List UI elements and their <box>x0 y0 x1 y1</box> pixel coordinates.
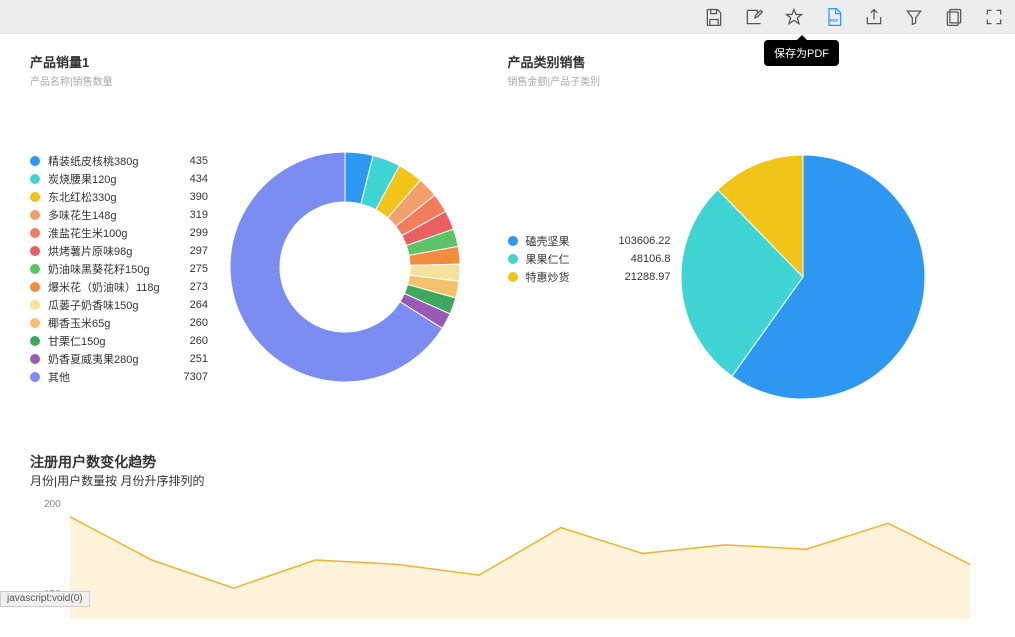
legend-dot <box>30 282 40 292</box>
legend-value: 273 <box>168 281 208 293</box>
share-icon[interactable] <box>863 6 885 28</box>
legend-name: 奶油味黑葵花籽150g <box>48 261 168 277</box>
legend-dot <box>508 236 518 246</box>
panel2-legend: 磕壳坚果103606.22果果仁仁48106.8特惠炒货21288.97 <box>508 232 671 286</box>
legend-dot <box>30 210 40 220</box>
panel-user-trend: 注册用户数变化趋势 月份|用户数量按 月份升序排列的 200 150 <box>30 452 985 619</box>
legend-item[interactable]: 烘烤薯片原味98g297 <box>30 242 208 260</box>
legend-value: 48106.8 <box>601 253 671 265</box>
panel2-subtitle: 销售金额|产品子类别 <box>508 73 986 88</box>
fullscreen-icon[interactable] <box>983 6 1005 28</box>
legend-dot <box>30 354 40 364</box>
legend-value: 275 <box>168 263 208 275</box>
legend-name: 东北红松330g <box>48 189 168 205</box>
legend-value: 297 <box>168 245 208 257</box>
legend-item[interactable]: 爆米花（奶油味）118g273 <box>30 278 208 296</box>
dashboard-content: 产品销量1 产品名称|销售数量 精装纸皮核桃380g435炭烧腰果120g434… <box>0 34 1015 637</box>
svg-text:PDF: PDF <box>830 18 839 23</box>
panel2-pie-chart[interactable] <box>678 152 928 402</box>
legend-dot <box>30 156 40 166</box>
panel2-title: 产品类别销售 <box>508 52 986 71</box>
legend-dot <box>30 228 40 238</box>
legend-name: 椰香玉米65g <box>48 315 168 331</box>
legend-value: 260 <box>168 335 208 347</box>
favorite-icon[interactable] <box>783 6 805 28</box>
legend-name: 其他 <box>48 369 168 385</box>
panel-category-sales: 产品类别销售 销售金额|产品子类别 磕壳坚果103606.22果果仁仁48106… <box>508 52 986 432</box>
legend-value: 319 <box>168 209 208 221</box>
legend-value: 435 <box>168 155 208 167</box>
legend-name: 奶香夏威夷果280g <box>48 351 168 367</box>
legend-dot <box>30 372 40 382</box>
legend-value: 390 <box>168 191 208 203</box>
legend-name: 精装纸皮核桃380g <box>48 153 168 169</box>
panel3-subtitle: 月份|用户数量按 月份升序排列的 <box>30 472 985 489</box>
filter-icon[interactable] <box>903 6 925 28</box>
panel1-title: 产品销量1 <box>30 52 508 71</box>
panel1-subtitle: 产品名称|销售数量 <box>30 73 508 88</box>
legend-name: 磕壳坚果 <box>526 233 601 249</box>
legend-dot <box>30 192 40 202</box>
legend-item[interactable]: 椰香玉米65g260 <box>30 314 208 332</box>
legend-item[interactable]: 奶油味黑葵花籽150g275 <box>30 260 208 278</box>
legend-item[interactable]: 精装纸皮核桃380g435 <box>30 152 208 170</box>
legend-value: 21288.97 <box>601 271 671 283</box>
legend-item[interactable]: 多味花生148g319 <box>30 206 208 224</box>
panel3-area-chart[interactable]: 200 150 <box>30 499 985 619</box>
panel3-title: 注册用户数变化趋势 <box>30 452 985 472</box>
legend-value: 103606.22 <box>601 235 671 247</box>
legend-value: 251 <box>168 353 208 365</box>
legend-dot <box>30 300 40 310</box>
legend-dot <box>508 272 518 282</box>
legend-dot <box>30 174 40 184</box>
status-bar: javascript:void(0) <box>0 591 90 607</box>
legend-name: 果果仁仁 <box>526 251 601 267</box>
copy-icon[interactable] <box>943 6 965 28</box>
legend-dot <box>30 318 40 328</box>
ylabel-200: 200 <box>44 499 61 510</box>
legend-item[interactable]: 特惠炒货21288.97 <box>508 268 671 286</box>
legend-item[interactable]: 瓜蒌子奶香味150g264 <box>30 296 208 314</box>
legend-name: 多味花生148g <box>48 207 168 223</box>
legend-dot <box>508 254 518 264</box>
legend-name: 炭烧腰果120g <box>48 171 168 187</box>
legend-name: 淮盐花生米100g <box>48 225 168 241</box>
legend-value: 434 <box>168 173 208 185</box>
legend-name: 瓜蒌子奶香味150g <box>48 297 168 313</box>
pdf-tooltip: 保存为PDF <box>764 40 839 66</box>
legend-name: 爆米花（奶油味）118g <box>48 279 168 295</box>
panel1-donut-chart[interactable] <box>230 152 460 382</box>
panel1-legend: 精装纸皮核桃380g435炭烧腰果120g434东北红松330g390多味花生1… <box>30 152 208 386</box>
save-icon[interactable] <box>703 6 725 28</box>
pdf-icon[interactable]: PDF <box>823 6 845 28</box>
panel-product-sales: 产品销量1 产品名称|销售数量 精装纸皮核桃380g435炭烧腰果120g434… <box>30 52 508 432</box>
legend-value: 299 <box>168 227 208 239</box>
legend-item[interactable]: 甘栗仁150g260 <box>30 332 208 350</box>
legend-dot <box>30 336 40 346</box>
legend-name: 烘烤薯片原味98g <box>48 243 168 259</box>
legend-name: 甘栗仁150g <box>48 333 168 349</box>
toolbar: PDF <box>0 0 1015 34</box>
legend-value: 260 <box>168 317 208 329</box>
legend-item[interactable]: 东北红松330g390 <box>30 188 208 206</box>
legend-dot <box>30 246 40 256</box>
legend-item[interactable]: 炭烧腰果120g434 <box>30 170 208 188</box>
legend-item[interactable]: 磕壳坚果103606.22 <box>508 232 671 250</box>
legend-item[interactable]: 果果仁仁48106.8 <box>508 250 671 268</box>
legend-value: 264 <box>168 299 208 311</box>
legend-item[interactable]: 淮盐花生米100g299 <box>30 224 208 242</box>
legend-item[interactable]: 奶香夏威夷果280g251 <box>30 350 208 368</box>
edit-icon[interactable] <box>743 6 765 28</box>
legend-item[interactable]: 其他7307 <box>30 368 208 386</box>
legend-value: 7307 <box>168 371 208 383</box>
legend-name: 特惠炒货 <box>526 269 601 285</box>
legend-dot <box>30 264 40 274</box>
